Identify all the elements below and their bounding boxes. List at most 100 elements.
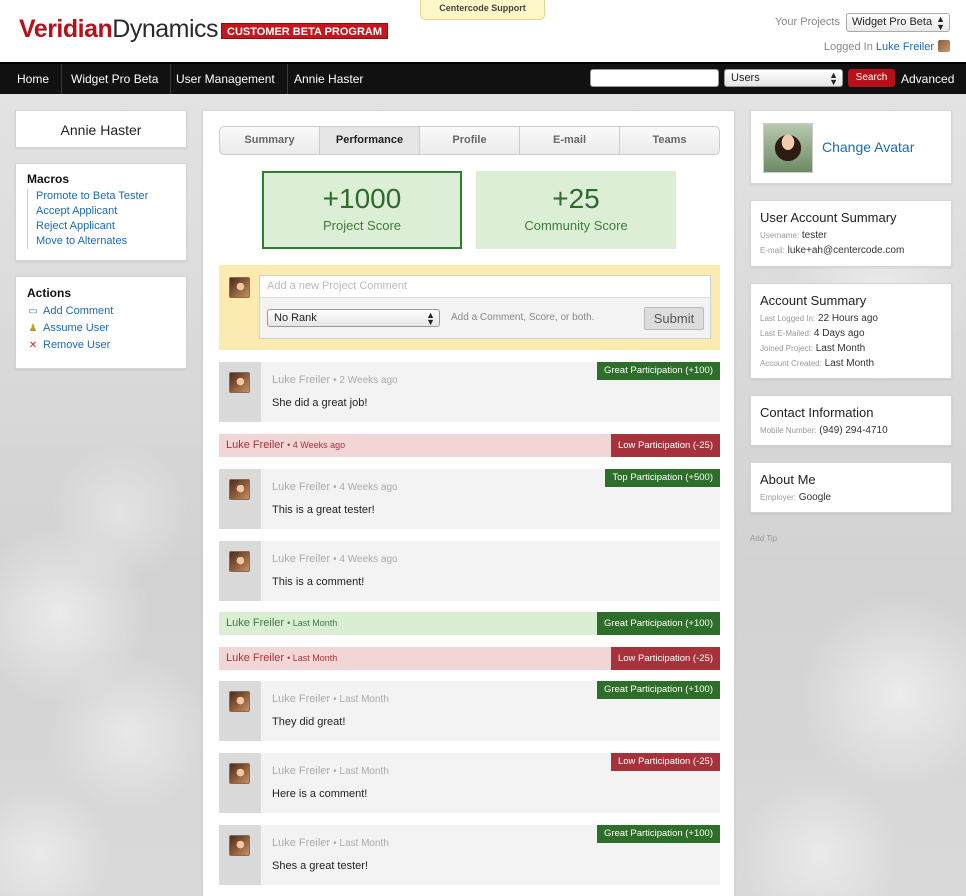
submit-button[interactable]: Submit bbox=[644, 307, 704, 330]
joined-value: Last Month bbox=[815, 343, 866, 354]
comment-author[interactable]: Luke Freiler bbox=[272, 837, 330, 849]
feed-score-strip: Luke Freiler • Last Month Great Particip… bbox=[219, 612, 720, 635]
macro-promote[interactable]: Promote to Beta Tester bbox=[36, 189, 175, 204]
beta-program-badge: CUSTOMER BETA PROGRAM bbox=[221, 23, 389, 39]
created-value: Last Month bbox=[824, 358, 875, 369]
project-select[interactable]: Widget Pro Beta ▲ ▼ bbox=[846, 13, 950, 32]
feed-comment: Luke Freiler • 4 Weeks ago This is a com… bbox=[219, 541, 720, 601]
comment-time: • 4 Weeks ago bbox=[333, 554, 398, 565]
nav-home[interactable]: Home bbox=[5, 64, 63, 94]
strip-time: • 4 Weeks ago bbox=[287, 440, 346, 450]
profile-tabs: Summary Performance Profile E-mail Teams bbox=[219, 126, 720, 155]
username-label: Username: bbox=[760, 231, 800, 240]
project-score-value: +1000 bbox=[322, 183, 402, 214]
created-label: Account Created: bbox=[760, 359, 822, 368]
tab-performance[interactable]: Performance bbox=[320, 127, 420, 154]
comment-meta: Luke Freiler • Last Month bbox=[272, 693, 389, 705]
nav-user-management[interactable]: User Management bbox=[164, 64, 288, 94]
last-login-row: Last Logged In: 22 Hours ago bbox=[760, 311, 942, 326]
nav-project[interactable]: Widget Pro Beta bbox=[59, 64, 172, 94]
employer-value: Google bbox=[798, 492, 832, 503]
search-scope-select[interactable]: Users ▲ ▼ bbox=[724, 69, 843, 87]
mobile-row: Mobile Number: (949) 294-4710 bbox=[760, 423, 942, 438]
username-row: Username: tester bbox=[760, 228, 942, 243]
username-value: tester bbox=[801, 230, 827, 241]
tab-email[interactable]: E-mail bbox=[520, 127, 620, 154]
composer-avatar bbox=[229, 277, 250, 298]
nav-current-user[interactable]: Annie Haster bbox=[282, 64, 375, 94]
comment-avatar bbox=[229, 479, 250, 500]
strip-author[interactable]: Luke Freiler bbox=[226, 617, 284, 629]
brand-first: Veridian bbox=[19, 15, 113, 43]
comment-icon: ▭ bbox=[28, 306, 38, 317]
assume-user-action[interactable]: ♟ Assume User bbox=[27, 320, 175, 337]
comment-avatar bbox=[229, 835, 250, 856]
comment-meta: Luke Freiler • 4 Weeks ago bbox=[272, 481, 398, 493]
comment-text: She did a great job! bbox=[272, 397, 368, 409]
support-tab[interactable]: Centercode Support bbox=[420, 0, 545, 20]
search-input[interactable] bbox=[590, 69, 719, 87]
logged-in-text: Logged In Luke Freiler bbox=[824, 41, 934, 53]
about-title: About Me bbox=[760, 472, 816, 487]
about-panel: About Me Employer: Google bbox=[750, 462, 952, 513]
score-badge: Top Participation (+500) bbox=[605, 469, 720, 487]
account-summary-panel: Account Summary Last Logged In: 22 Hours… bbox=[750, 283, 952, 379]
feed-score-strip: Luke Freiler • Last Month Low Participat… bbox=[219, 647, 720, 670]
user-mini-avatar[interactable] bbox=[938, 40, 950, 52]
project-score-card[interactable]: +1000 Project Score bbox=[262, 171, 462, 249]
add-comment-action[interactable]: ▭ Add Comment bbox=[27, 303, 175, 320]
comment-meta: Luke Freiler • 2 Weeks ago bbox=[272, 374, 398, 386]
logged-in-user-link[interactable]: Luke Freiler bbox=[876, 41, 934, 53]
advanced-search-link[interactable]: Advanced bbox=[901, 72, 954, 86]
feed-score-strip: Luke Freiler • 4 Weeks ago Low Participa… bbox=[219, 434, 720, 457]
tab-profile[interactable]: Profile bbox=[420, 127, 520, 154]
macro-move[interactable]: Move to Alternates bbox=[36, 234, 175, 249]
add-tip-link[interactable]: Add Tip bbox=[750, 534, 777, 543]
remove-user-label: Remove User bbox=[43, 339, 111, 351]
main-panel: Summary Performance Profile E-mail Teams… bbox=[202, 110, 735, 896]
logged-in-label: Logged In bbox=[823, 41, 873, 53]
comment-text: This is a great tester! bbox=[272, 504, 375, 516]
strip-author[interactable]: Luke Freiler bbox=[226, 439, 284, 451]
joined-label: Joined Project: bbox=[760, 344, 813, 353]
comment-avatar-column bbox=[219, 825, 261, 885]
mobile-value: (949) 294-4710 bbox=[819, 425, 888, 436]
select-arrows-icon: ▲ ▼ bbox=[829, 70, 838, 87]
score-badge: Low Participation (-25) bbox=[610, 434, 720, 457]
remove-user-action[interactable]: ✕ Remove User bbox=[27, 337, 175, 354]
search-button[interactable]: Search bbox=[848, 69, 895, 87]
change-avatar-link[interactable]: Change Avatar bbox=[822, 139, 914, 155]
search-scope-value: Users bbox=[731, 72, 760, 84]
brand-second: Dynamics bbox=[112, 15, 219, 43]
strip-author[interactable]: Luke Freiler bbox=[226, 652, 284, 664]
comment-avatar bbox=[229, 551, 250, 572]
comment-author[interactable]: Luke Freiler bbox=[272, 553, 330, 565]
comment-author[interactable]: Luke Freiler bbox=[272, 481, 330, 493]
project-score-label: Project Score bbox=[322, 218, 402, 233]
brand-logo[interactable]: VeridianDynamics bbox=[19, 15, 219, 44]
macro-accept[interactable]: Accept Applicant bbox=[36, 204, 175, 219]
user-account-summary-title: User Account Summary bbox=[760, 210, 897, 225]
comment-avatar bbox=[229, 372, 250, 393]
composer-hint: Add a Comment, Score, or both. bbox=[451, 312, 595, 323]
macro-reject[interactable]: Reject Applicant bbox=[36, 219, 175, 234]
header: VeridianDynamics CUSTOMER BETA PROGRAM C… bbox=[0, 0, 966, 62]
assume-user-icon: ♟ bbox=[28, 323, 38, 334]
comment-input[interactable]: Add a new Project Comment bbox=[260, 276, 710, 298]
composer-box: Add a new Project Comment No Rank ▲ ▼ Add… bbox=[259, 275, 711, 339]
contact-title: Contact Information bbox=[760, 405, 874, 420]
comment-author[interactable]: Luke Freiler bbox=[272, 693, 330, 705]
remove-x-icon: ✕ bbox=[28, 340, 38, 351]
tab-teams[interactable]: Teams bbox=[620, 127, 719, 154]
contact-panel: Contact Information Mobile Number: (949)… bbox=[750, 395, 952, 446]
rank-select[interactable]: No Rank ▲ ▼ bbox=[267, 309, 440, 327]
comment-meta: Luke Freiler • 4 Weeks ago bbox=[272, 553, 398, 565]
last-emailed-value: 4 Days ago bbox=[813, 328, 865, 339]
tab-summary[interactable]: Summary bbox=[220, 127, 320, 154]
feed-comment: Luke Freiler • Last Month Shes a great t… bbox=[219, 825, 720, 885]
macros-panel: Macros Promote to Beta Tester Accept App… bbox=[15, 163, 187, 261]
comment-author[interactable]: Luke Freiler bbox=[272, 765, 330, 777]
comment-text: They did great! bbox=[272, 716, 346, 728]
comment-author[interactable]: Luke Freiler bbox=[272, 374, 330, 386]
community-score-card[interactable]: +25 Community Score bbox=[476, 171, 676, 249]
